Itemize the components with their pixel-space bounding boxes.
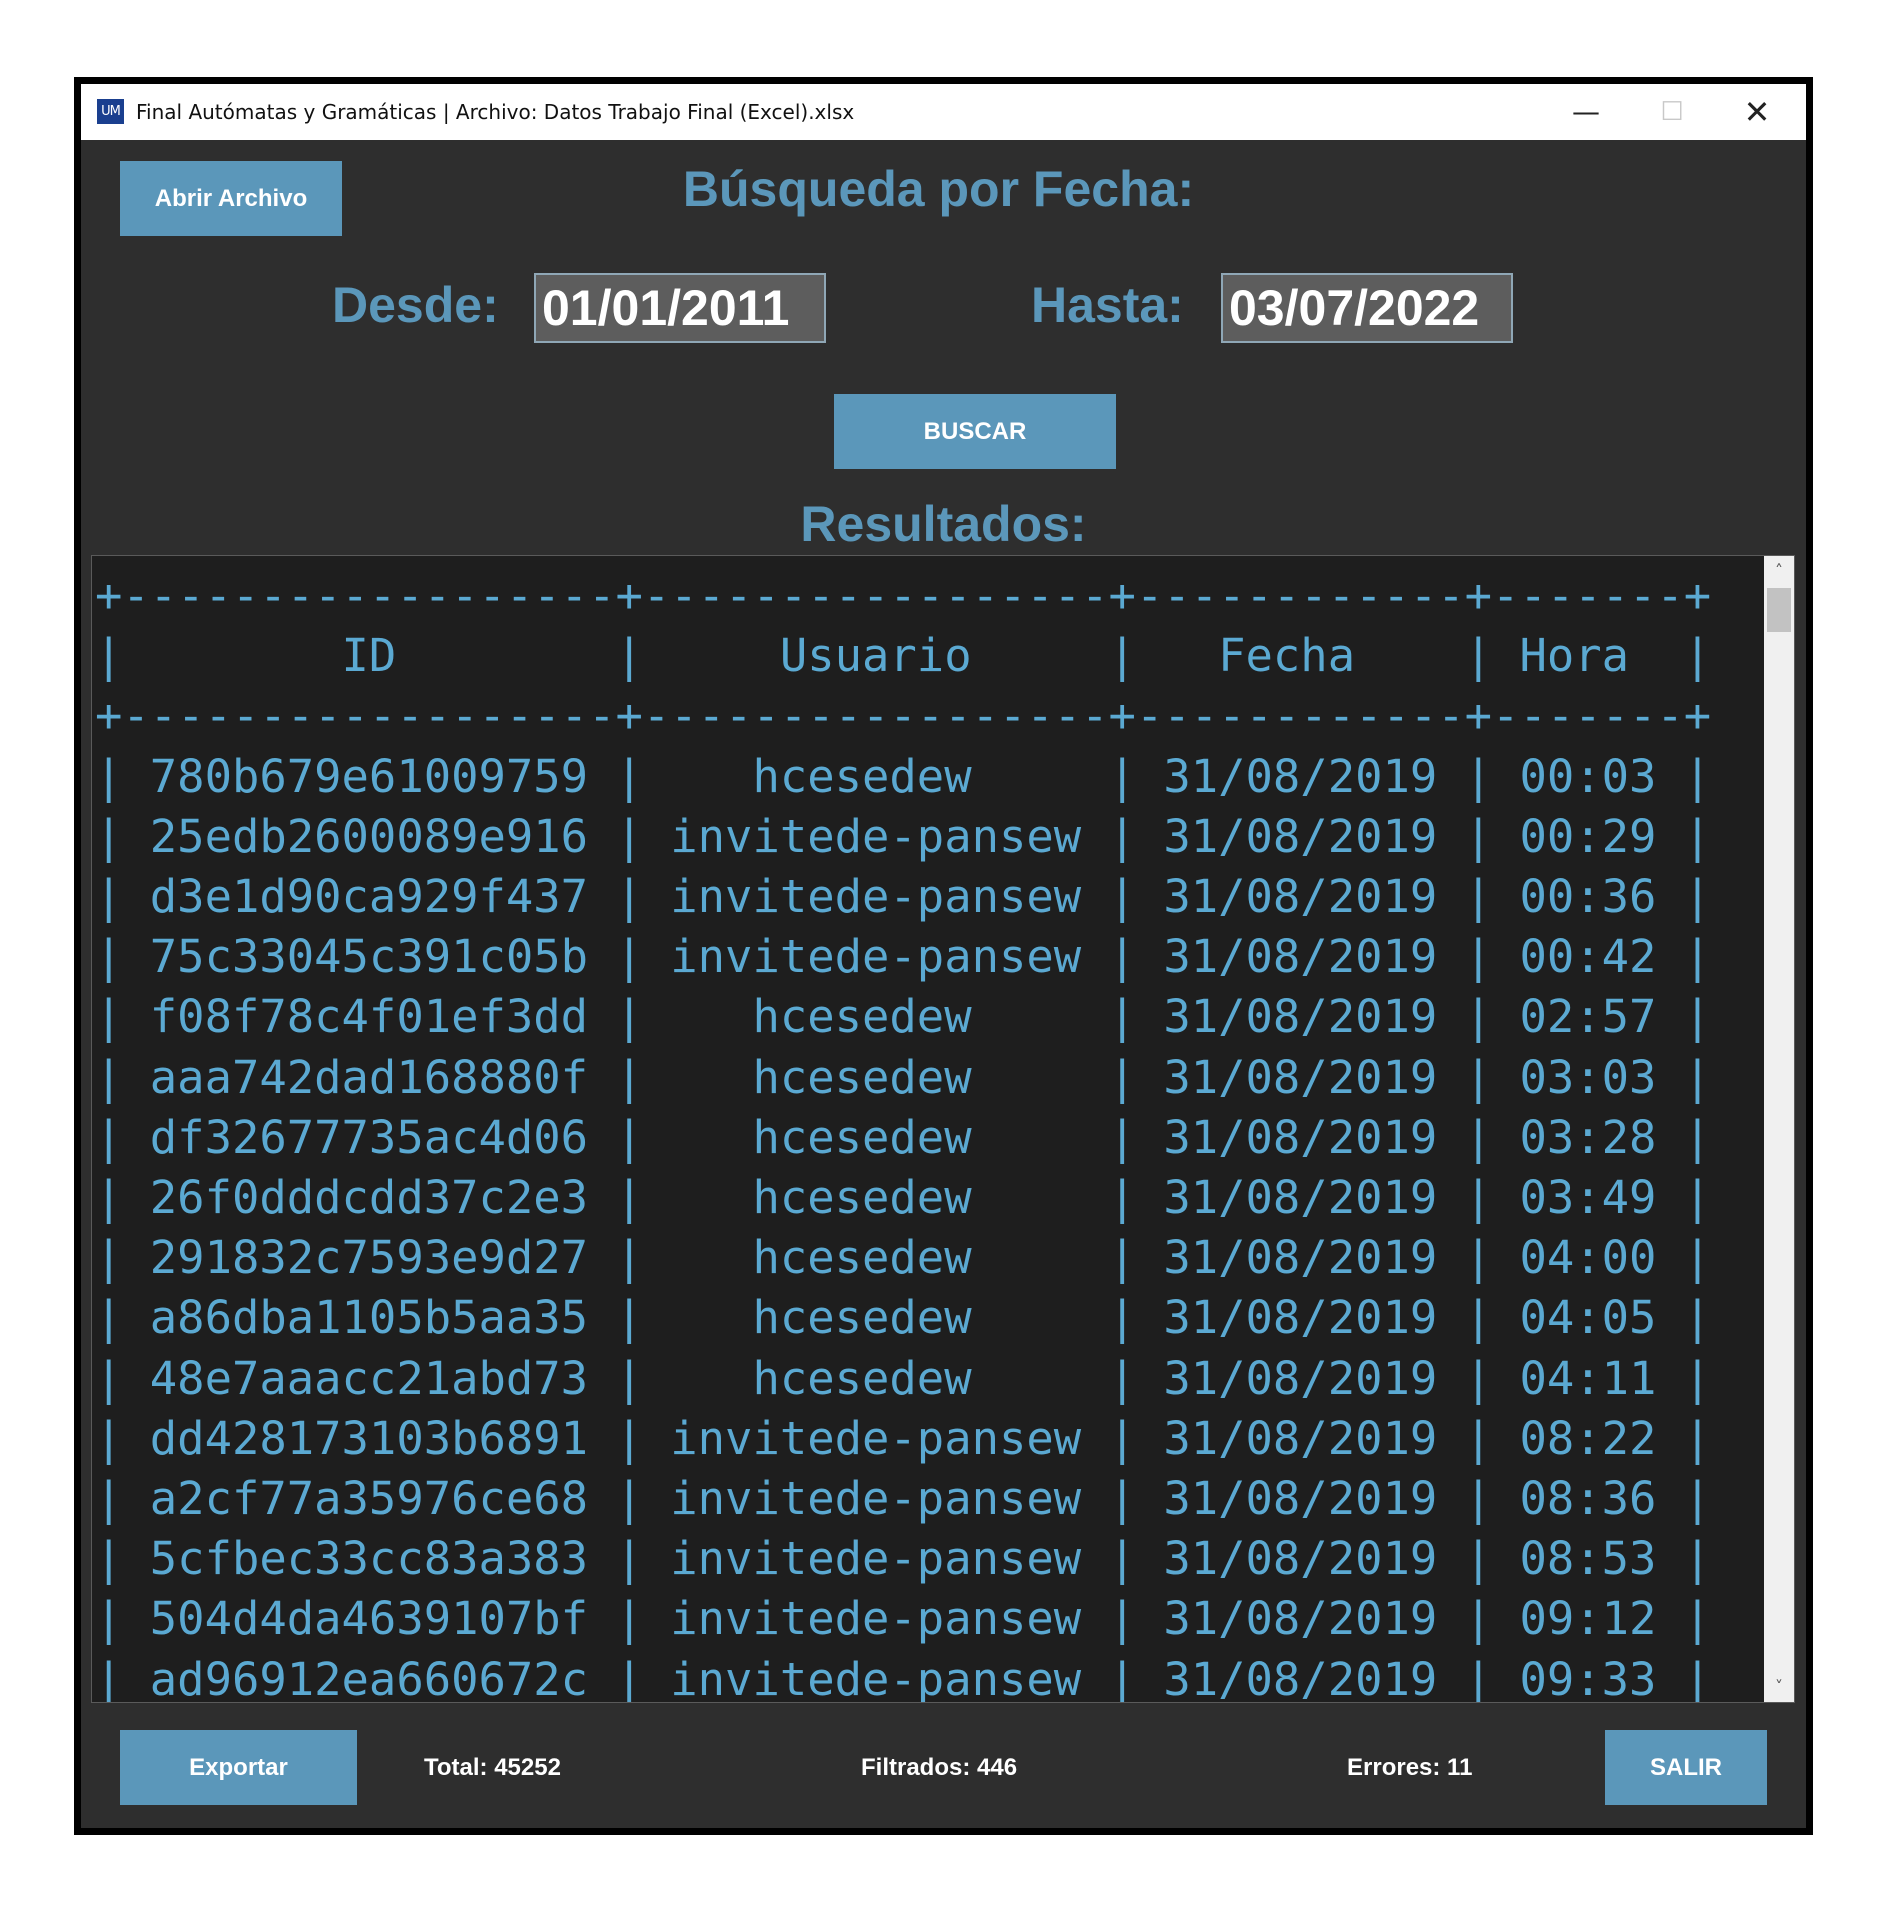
- vertical-scrollbar[interactable]: ˄ ˅: [1764, 556, 1794, 1702]
- from-date-input[interactable]: [534, 273, 826, 343]
- results-textbox[interactable]: +------------------+-----------------+--…: [91, 555, 1795, 1703]
- from-label: Desde:: [332, 277, 499, 333]
- title-bar[interactable]: UM Final Autómatas y Gramáticas | Archiv…: [81, 84, 1806, 140]
- scroll-thumb[interactable]: [1767, 588, 1791, 632]
- results-table: +------------------+-----------------+--…: [95, 569, 1712, 1703]
- search-title: Búsqueda por Fecha:: [682, 161, 1195, 217]
- errors-count: Errores: 11: [1347, 1754, 1473, 1781]
- minimize-button[interactable]: —: [1544, 84, 1628, 140]
- to-date-input[interactable]: [1221, 273, 1513, 343]
- to-label: Hasta:: [1031, 277, 1184, 333]
- scroll-down-arrow-icon[interactable]: ˅: [1764, 1672, 1794, 1702]
- results-title: Resultados:: [800, 496, 1087, 552]
- filtered-count: Filtrados: 446: [861, 1754, 1018, 1781]
- search-button[interactable]: BUSCAR: [834, 394, 1116, 469]
- window-title: Final Autómatas y Gramáticas | Archivo: …: [136, 100, 855, 124]
- main-panel: Abrir Archivo Búsqueda por Fecha: Desde:…: [81, 140, 1806, 1828]
- export-button[interactable]: Exportar: [120, 1730, 357, 1805]
- close-button[interactable]: ✕: [1715, 84, 1799, 140]
- app-logo-icon: UM: [97, 99, 124, 124]
- total-count: Total: 45252: [424, 1754, 561, 1781]
- scroll-up-arrow-icon[interactable]: ˄: [1764, 556, 1794, 586]
- exit-button[interactable]: SALIR: [1605, 1730, 1767, 1805]
- maximize-button[interactable]: ☐: [1630, 84, 1714, 140]
